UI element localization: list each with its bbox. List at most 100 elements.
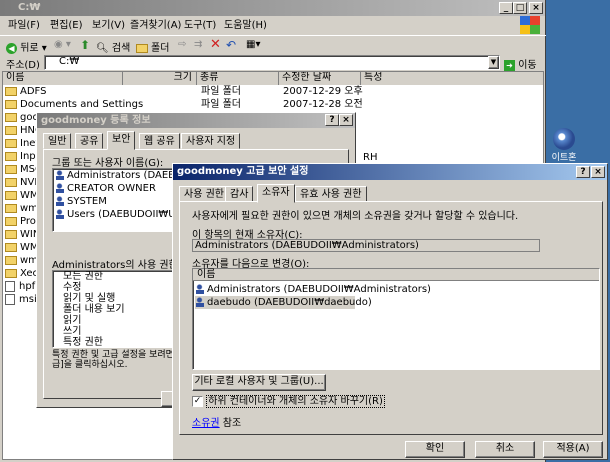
owner-panel: 사용자에게 필요한 권한이 있으면 개체의 소유권을 갖거나 할당할 수 있습니… — [179, 201, 603, 435]
list-item-selected[interactable]: daebudo (DAEBUDOII₩daebudo) — [195, 296, 372, 309]
back-arrow-icon: ◀ — [6, 43, 17, 54]
copy-to-icon[interactable]: ⇉ — [194, 39, 202, 50]
ok-button[interactable]: 확인 — [405, 441, 465, 458]
replace-owner-checkbox-row[interactable]: ✓ 하위 컨테이너와 개체의 소유자 바꾸기(R) — [192, 395, 385, 409]
owner-description: 사용자에게 필요한 권한이 있으면 개체의 소유권을 갖거나 할당할 수 있습니… — [192, 211, 519, 222]
move-to-icon[interactable]: ⇨ — [178, 39, 186, 50]
address-input[interactable]: C:₩ — [44, 55, 500, 70]
folder-icon — [5, 99, 17, 109]
list-item[interactable]: ADFS 파일 폴더 2007-12-29 오후 — [5, 85, 543, 98]
folder-icon — [5, 86, 17, 96]
forward-button[interactable]: ◉ ▾ — [54, 39, 71, 50]
folder-icon — [5, 216, 17, 226]
col-type[interactable]: 종류 — [197, 72, 279, 85]
minimize-button[interactable]: _ — [499, 2, 513, 14]
group-label: 그룹 또는 사용자 이름(G): — [52, 158, 164, 169]
help-button[interactable]: ? — [325, 114, 339, 126]
close-button[interactable]: × — [339, 114, 353, 126]
attr-value: RH — [363, 152, 378, 163]
dialog-title: goodmoney 고급 보안 설정 — [177, 166, 309, 177]
tab-general[interactable]: 일반 — [43, 133, 72, 149]
file-icon — [5, 293, 15, 305]
delete-icon[interactable]: ✕ — [210, 37, 221, 52]
list-item[interactable]: Administrators (DAEBUDOII₩Administrators… — [195, 283, 431, 296]
folder-icon — [5, 151, 17, 161]
folder-icon — [5, 242, 17, 252]
user-group-icon — [55, 196, 64, 206]
address-dropdown-button[interactable]: ▼ — [488, 56, 499, 69]
messenger-icon — [553, 128, 575, 150]
tab-auditing[interactable]: 감사 — [225, 186, 254, 202]
address-label: 주소(D) — [6, 60, 40, 71]
user-group-icon — [195, 284, 204, 294]
col-name[interactable]: 이름 — [3, 72, 123, 85]
explorer-titlebar[interactable]: C:₩ _ □ × — [0, 0, 545, 16]
col-attr[interactable]: 특성 — [361, 72, 543, 85]
folder-icon — [5, 190, 17, 200]
perm-label: Administrators의 사용 권한(P) — [52, 260, 192, 271]
folders-button[interactable]: 폴더 — [136, 39, 169, 54]
user-group-icon — [55, 183, 64, 193]
menu-favorites[interactable]: 즐겨찾기(A) — [130, 18, 181, 34]
menu-bar: 파일(F) 편집(E) 보기(V) 즐겨찾기(A) 도구(T) 도움말(H) — [0, 18, 500, 34]
dialog-title: goodmoney 등록 정보 — [41, 115, 151, 126]
col-date[interactable]: 수정한 날짜 — [279, 72, 361, 85]
user-icon — [195, 297, 204, 307]
menu-edit[interactable]: 편집(E) — [50, 18, 83, 34]
tab-permissions[interactable]: 사용 권한 — [179, 186, 229, 202]
go-button[interactable]: ➜ 이동 — [504, 56, 537, 71]
tab-effective-permissions[interactable]: 유효 사용 권한 — [295, 186, 367, 202]
tab-sharing[interactable]: 공유 — [75, 133, 104, 149]
advanced-titlebar[interactable]: goodmoney 고급 보안 설정 ? × — [173, 164, 607, 180]
folder-icon — [5, 125, 17, 135]
folder-icon — [5, 203, 17, 213]
desktop-icon[interactable]: 이트혼 — [544, 128, 584, 164]
up-folder-icon[interactable]: ⬆ — [80, 38, 90, 52]
user-group-icon — [55, 209, 64, 219]
close-button[interactable]: × — [591, 166, 605, 178]
maximize-button[interactable]: □ — [513, 2, 527, 14]
toolbar: ◀ 뒤로 ▾ ◉ ▾ ⬆ 🔍︎ 검색 폴더 ⇨ ⇉ ✕ ↶ ▦▾ — [0, 35, 546, 55]
help-text: 소유권 참조 — [192, 418, 242, 429]
back-button[interactable]: ◀ 뒤로 ▾ — [6, 39, 47, 54]
close-button[interactable]: × — [529, 2, 543, 14]
menu-file[interactable]: 파일(F) — [8, 18, 40, 34]
folder-icon — [5, 229, 17, 239]
window-title: C:₩ — [18, 2, 41, 13]
replace-owner-checkbox[interactable]: ✓ — [192, 395, 203, 407]
menu-view[interactable]: 보기(V) — [92, 18, 125, 34]
user-group-icon — [55, 170, 64, 180]
undo-icon[interactable]: ↶ — [226, 38, 236, 52]
current-owner-field: Administrators (DAEBUDOII₩Administrators… — [192, 239, 540, 252]
folder-icon — [5, 138, 17, 148]
apply-button[interactable]: 적용(A) — [543, 441, 603, 458]
ownership-link[interactable]: 소유권 — [192, 418, 220, 429]
folder-icon — [5, 268, 17, 278]
go-arrow-icon: ➜ — [504, 60, 515, 71]
tab-owner[interactable]: 소유자 — [257, 184, 295, 203]
properties-titlebar[interactable]: goodmoney 등록 정보 ? × — [37, 113, 355, 128]
tab-customize[interactable]: 사용자 지정 — [181, 133, 241, 149]
desktop-icon-label: 이트혼 — [551, 153, 577, 163]
folder-icon — [5, 164, 17, 174]
help-button[interactable]: ? — [576, 166, 590, 178]
windows-logo-icon — [520, 16, 540, 34]
file-icon — [5, 280, 15, 292]
owner-listbox[interactable]: 이름 Administrators (DAEBUDOII₩Administrat… — [192, 268, 600, 370]
address-bar: 주소(D) C:₩ ▼ ➜ 이동 — [0, 55, 546, 71]
other-users-button[interactable]: 기타 로컬 사용자 및 그룹(U)... — [192, 374, 326, 391]
tab-web-sharing[interactable]: 웹 공유 — [139, 133, 180, 149]
search-button[interactable]: 🔍︎ 검색 — [96, 39, 130, 54]
search-icon: 🔍︎ — [96, 43, 109, 54]
menu-help[interactable]: 도움말(H) — [224, 18, 267, 34]
folder-icon — [136, 43, 148, 53]
menu-tools[interactable]: 도구(T) — [184, 18, 216, 34]
tab-strip: 일반 공유 보안 웹 공유 사용자 지정 — [43, 131, 343, 150]
tab-security[interactable]: 보안 — [107, 131, 136, 150]
views-icon[interactable]: ▦▾ — [246, 39, 260, 50]
col-size[interactable]: 크기 — [123, 72, 197, 85]
folder-icon — [5, 112, 17, 122]
cancel-button[interactable]: 취소 — [475, 441, 535, 458]
list-item[interactable]: Documents and Settings 파일 폴더 2007-12-28 오전 — [5, 98, 543, 111]
folder-icon — [5, 177, 17, 187]
